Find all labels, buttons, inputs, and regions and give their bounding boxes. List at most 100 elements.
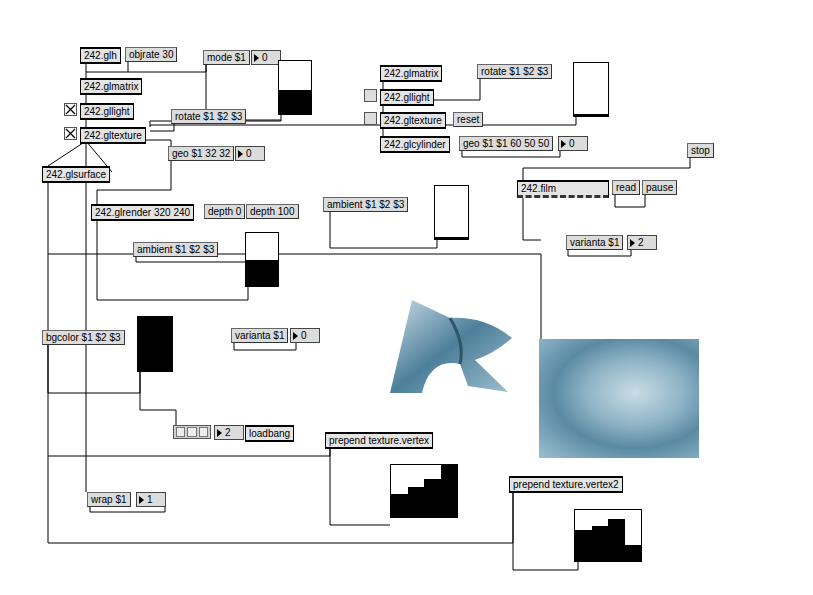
patch-cord[interactable] <box>48 345 49 393</box>
multislider-bar[interactable] <box>575 530 592 561</box>
message-box[interactable]: objrate 30 <box>125 47 177 62</box>
box-label: wrap $1 <box>91 494 127 505</box>
number-box[interactable]: 0 <box>290 328 320 343</box>
message-box[interactable]: ambient $1 $2 $3 <box>323 197 408 212</box>
patch-cord[interactable] <box>48 141 86 166</box>
grid-cell[interactable] <box>187 427 196 437</box>
patch-cord[interactable] <box>97 218 248 300</box>
object-box[interactable]: prepend texture.vertex <box>325 432 433 449</box>
slider-fill <box>435 237 468 239</box>
object-box[interactable]: 242.glcylinder <box>380 136 450 153</box>
box-label: ambient $1 $2 $3 <box>327 199 404 210</box>
film-object[interactable]: 242.film <box>517 180 609 198</box>
number-box[interactable]: 1 <box>136 492 166 507</box>
multislider[interactable] <box>390 464 458 518</box>
box-label: rotate $1 $2 $3 <box>481 66 548 77</box>
multislider-bar[interactable] <box>592 526 609 561</box>
patch-cord[interactable] <box>234 342 296 350</box>
slider[interactable] <box>278 60 312 115</box>
patch-cord[interactable] <box>128 65 206 72</box>
patch-cord[interactable] <box>523 196 541 240</box>
object-box[interactable]: 242.gllight <box>380 89 434 106</box>
toggle[interactable] <box>64 127 77 140</box>
patch-cord[interactable] <box>462 150 560 157</box>
patch-cord[interactable] <box>48 372 140 393</box>
object-box[interactable]: 242.gltexture <box>380 112 446 129</box>
object-box[interactable]: prepend texture.vertex2 <box>509 476 623 493</box>
patch-cord[interactable] <box>140 372 176 425</box>
multislider-bar[interactable] <box>424 479 441 517</box>
toggle[interactable] <box>64 103 77 116</box>
message-box[interactable]: varianta $1 <box>566 235 623 250</box>
triangle-icon <box>238 150 243 158</box>
box-label: loadbang <box>249 428 290 439</box>
number-box[interactable]: 0 <box>235 146 265 161</box>
message-box[interactable]: stop <box>687 143 714 158</box>
multislider[interactable] <box>574 509 642 562</box>
box-label: depth 0 <box>208 206 241 217</box>
object-box[interactable]: 242.glsurface <box>42 166 110 183</box>
object-box[interactable]: 242.glmatrix <box>380 65 442 82</box>
number-box[interactable]: 2 <box>627 235 657 250</box>
message-box[interactable]: geo $1 $1 60 50 50 <box>459 136 553 151</box>
box-label: depth 100 <box>250 206 295 217</box>
message-box[interactable]: bgcolor $1 $2 $3 <box>42 330 125 345</box>
number-box[interactable]: 2 <box>214 425 244 440</box>
patch-cord[interactable] <box>150 123 174 131</box>
grid-cell[interactable] <box>176 427 185 437</box>
box-label: read <box>616 182 636 193</box>
object-box[interactable]: 242.glh <box>80 47 121 64</box>
multislider-bar[interactable] <box>391 494 408 517</box>
message-box[interactable]: read <box>612 180 640 195</box>
message-box[interactable]: rotate $1 $2 $3 <box>171 109 246 124</box>
slider-fill <box>574 114 608 116</box>
patch-cord[interactable] <box>48 180 513 543</box>
multislider-bar[interactable] <box>608 519 625 561</box>
patch-cord[interactable] <box>523 157 690 180</box>
box-label: geo $1 $1 60 50 50 <box>463 138 549 149</box>
toggle[interactable] <box>364 112 377 125</box>
toggle-x-icon <box>365 90 376 101</box>
patch-cord[interactable] <box>513 490 578 570</box>
slider[interactable] <box>137 316 173 372</box>
patch-cord[interactable] <box>330 447 390 525</box>
message-box[interactable]: mode $1 <box>203 50 250 65</box>
slider[interactable] <box>434 185 469 240</box>
box-label: 0 <box>569 138 575 150</box>
slider[interactable] <box>245 232 279 287</box>
message-box[interactable]: rotate $1 $2 $3 <box>477 64 552 79</box>
multislider-bar[interactable] <box>408 487 425 517</box>
message-box[interactable]: pause <box>642 180 677 195</box>
message-box[interactable]: ambient $1 $2 $3 <box>133 242 218 257</box>
multislider-bar[interactable] <box>441 465 458 517</box>
message-box[interactable]: depth 0 <box>204 204 245 219</box>
patch-cord[interactable] <box>48 447 330 456</box>
object-box[interactable]: 242.glmatrix <box>80 78 142 95</box>
number-box[interactable]: 0 <box>251 50 281 65</box>
patch-cord[interactable] <box>615 194 645 207</box>
message-box[interactable]: wrap $1 <box>87 492 131 507</box>
object-box[interactable]: loadbang <box>245 425 294 442</box>
grid-cell[interactable] <box>199 427 208 437</box>
slider[interactable] <box>573 62 609 117</box>
surface-render <box>390 298 515 393</box>
triangle-icon <box>561 140 566 148</box>
message-box[interactable]: geo $1 32 32 <box>168 146 234 161</box>
number-box[interactable]: 0 <box>558 136 588 151</box>
toggle[interactable] <box>364 89 377 102</box>
slider-fill <box>246 260 278 287</box>
object-box[interactable]: 242.gltexture <box>80 127 146 144</box>
patch-cord[interactable] <box>568 249 631 256</box>
box-label: 242.glh <box>84 50 117 61</box>
message-box[interactable]: varianta $1 <box>231 328 288 343</box>
radio-grid[interactable] <box>173 425 211 439</box>
box-label: mode $1 <box>207 52 246 63</box>
message-box[interactable]: reset <box>453 112 483 127</box>
message-box[interactable]: depth 100 <box>246 204 299 219</box>
patch-cord[interactable] <box>330 211 437 248</box>
object-box[interactable]: 242.glrender 320 240 <box>91 204 194 221</box>
box-label: 2 <box>638 237 644 249</box>
multislider-bar[interactable] <box>625 545 642 561</box>
box-label: reset <box>457 114 479 125</box>
object-box[interactable]: 242.gllight <box>80 103 134 120</box>
